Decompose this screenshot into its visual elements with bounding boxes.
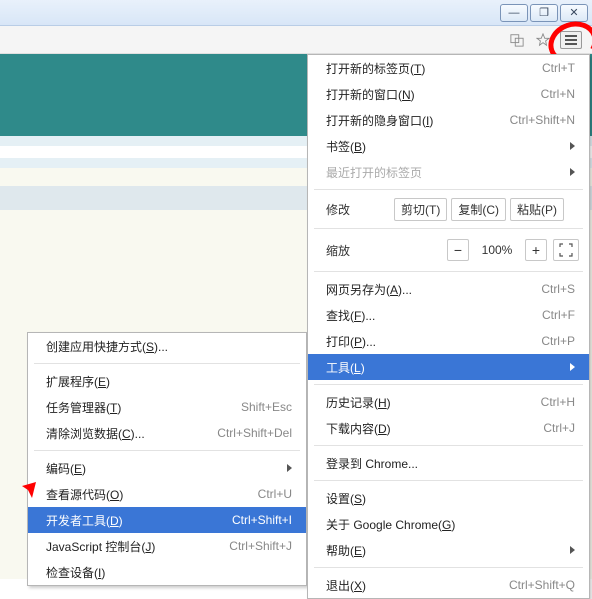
label: 设置(S) [326, 490, 575, 507]
menu-item-task-manager[interactable]: 任务管理器(T) Shift+Esc [28, 394, 306, 420]
submenu-arrow-icon [570, 363, 575, 371]
label: 退出(X) [326, 577, 509, 594]
shortcut: Ctrl+N [541, 87, 575, 101]
menu-item-incognito[interactable]: 打开新的隐身窗口(I) Ctrl+Shift+N [308, 107, 589, 133]
label: 查找(F)... [326, 307, 542, 324]
separator [34, 450, 300, 451]
label: 扩展程序(E) [46, 373, 292, 390]
menu-item-find[interactable]: 查找(F)... Ctrl+F [308, 302, 589, 328]
zoom-label: 缩放 [326, 242, 441, 259]
shortcut: Ctrl+Shift+Q [509, 578, 575, 592]
separator [314, 384, 583, 385]
separator [314, 271, 583, 272]
shortcut: Ctrl+T [542, 61, 575, 75]
label: 书签(B) [326, 138, 564, 155]
shortcut: Ctrl+Shift+N [510, 113, 575, 127]
bookmark-star-icon[interactable] [534, 31, 552, 49]
label: 下载内容(D) [326, 420, 543, 437]
close-window-button[interactable]: ✕ [560, 4, 588, 22]
label: 创建应用快捷方式(S)... [46, 338, 292, 355]
label: 打开新的窗口(N) [326, 86, 541, 103]
shortcut: Ctrl+J [543, 421, 575, 435]
separator [34, 363, 300, 364]
label: 关于 Google Chrome(G) [326, 516, 575, 533]
label: 最近打开的标签页 [326, 164, 564, 181]
menu-item-new-window[interactable]: 打开新的窗口(N) Ctrl+N [308, 81, 589, 107]
fullscreen-button[interactable] [553, 239, 579, 261]
tools-submenu: 创建应用快捷方式(S)... 扩展程序(E) 任务管理器(T) Shift+Es… [27, 332, 307, 586]
shortcut: Ctrl+U [258, 487, 292, 501]
shortcut: Ctrl+F [542, 308, 575, 322]
menu-item-inspect-devices[interactable]: 检查设备(I) [28, 559, 306, 585]
window-titlebar: — ❐ ✕ [0, 0, 592, 26]
submenu-arrow-icon [570, 142, 575, 150]
label: 打开新的标签页(T) [326, 60, 542, 77]
chrome-menu-button[interactable] [560, 31, 582, 49]
menu-item-exit[interactable]: 退出(X) Ctrl+Shift+Q [308, 572, 589, 598]
shortcut: Ctrl+Shift+Del [217, 426, 292, 440]
menu-item-recent-tabs[interactable]: 最近打开的标签页 [308, 159, 589, 185]
maximize-button[interactable]: ❐ [530, 4, 558, 22]
label: 登录到 Chrome... [326, 455, 575, 472]
label: 检查设备(I) [46, 564, 292, 581]
menu-item-js-console[interactable]: JavaScript 控制台(J) Ctrl+Shift+J [28, 533, 306, 559]
menu-item-clear-data[interactable]: 清除浏览数据(C)... Ctrl+Shift+Del [28, 420, 306, 446]
menu-item-help[interactable]: 帮助(E) [308, 537, 589, 563]
zoom-row: 缩放 − 100% + [308, 233, 589, 267]
menu-item-signin[interactable]: 登录到 Chrome... [308, 450, 589, 476]
shortcut: Ctrl+Shift+I [232, 513, 292, 527]
zoom-in-button[interactable]: + [525, 239, 547, 261]
menu-item-new-tab[interactable]: 打开新的标签页(T) Ctrl+T [308, 55, 589, 81]
menu-item-extensions[interactable]: 扩展程序(E) [28, 368, 306, 394]
menu-item-view-source[interactable]: 查看源代码(O) Ctrl+U [28, 481, 306, 507]
menu-item-settings[interactable]: 设置(S) [308, 485, 589, 511]
minimize-button[interactable]: — [500, 4, 528, 22]
label: 网页另存为(A)... [326, 281, 541, 298]
separator [314, 480, 583, 481]
submenu-arrow-icon [287, 464, 292, 472]
shortcut: Ctrl+S [541, 282, 575, 296]
chrome-main-menu: 打开新的标签页(T) Ctrl+T 打开新的窗口(N) Ctrl+N 打开新的隐… [307, 54, 590, 599]
label: 历史记录(H) [326, 394, 541, 411]
label: 开发者工具(D) [46, 512, 232, 529]
separator [314, 189, 583, 190]
copy-button[interactable]: 复制(C) [451, 198, 506, 221]
label: 工具(L) [326, 359, 564, 376]
label: 查看源代码(O) [46, 486, 258, 503]
menu-item-print[interactable]: 打印(P)... Ctrl+P [308, 328, 589, 354]
edit-label: 修改 [326, 201, 350, 218]
menu-item-history[interactable]: 历史记录(H) Ctrl+H [308, 389, 589, 415]
menu-item-dev-tools[interactable]: 开发者工具(D) Ctrl+Shift+I [28, 507, 306, 533]
label: 编码(E) [46, 460, 281, 477]
menu-item-create-shortcut[interactable]: 创建应用快捷方式(S)... [28, 333, 306, 359]
shortcut: Ctrl+H [541, 395, 575, 409]
menu-item-tools[interactable]: 工具(L) [308, 354, 589, 380]
submenu-arrow-icon [570, 168, 575, 176]
label: 打开新的隐身窗口(I) [326, 112, 510, 129]
shortcut: Ctrl+Shift+J [229, 539, 292, 553]
paste-button[interactable]: 粘贴(P) [510, 198, 564, 221]
label: 任务管理器(T) [46, 399, 241, 416]
label: 清除浏览数据(C)... [46, 425, 217, 442]
label: JavaScript 控制台(J) [46, 538, 229, 555]
shortcut: Shift+Esc [241, 400, 292, 414]
menu-item-downloads[interactable]: 下载内容(D) Ctrl+J [308, 415, 589, 441]
menu-item-about[interactable]: 关于 Google Chrome(G) [308, 511, 589, 537]
cut-button[interactable]: 剪切(T) [394, 198, 447, 221]
edit-row: 修改 剪切(T) 复制(C) 粘贴(P) [308, 194, 589, 224]
shortcut: Ctrl+P [541, 334, 575, 348]
menu-item-bookmarks[interactable]: 书签(B) [308, 133, 589, 159]
label: 帮助(E) [326, 542, 564, 559]
zoom-value: 100% [475, 243, 519, 257]
separator [314, 567, 583, 568]
separator [314, 228, 583, 229]
menu-item-encoding[interactable]: 编码(E) [28, 455, 306, 481]
translate-icon[interactable] [508, 31, 526, 49]
label: 打印(P)... [326, 333, 541, 350]
separator [314, 445, 583, 446]
browser-toolbar [0, 26, 592, 54]
submenu-arrow-icon [570, 546, 575, 554]
menu-item-save-as[interactable]: 网页另存为(A)... Ctrl+S [308, 276, 589, 302]
zoom-out-button[interactable]: − [447, 239, 469, 261]
